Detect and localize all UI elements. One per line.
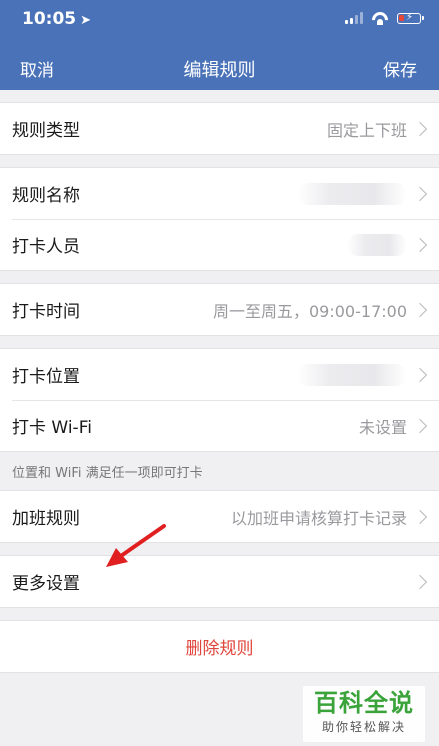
row-label: 规则名称 <box>12 186 80 206</box>
group-clock-time: 打卡时间 周一至周五，09:00-17:00 <box>0 283 439 336</box>
chevron-right-icon <box>412 302 428 317</box>
group-rule-info: 规则名称 打卡人员 <box>0 167 439 271</box>
watermark: 百科全说 助你轻松解决 <box>303 686 425 742</box>
row-rule-name[interactable]: 规则名称 <box>0 168 439 219</box>
row-label: 打卡 Wi-Fi <box>12 418 92 438</box>
row-members[interactable]: 打卡人员 <box>0 219 439 270</box>
status-icons: ⚡ <box>345 11 424 25</box>
row-label: 打卡时间 <box>12 302 80 322</box>
group-overtime: 加班规则 以加班申请核算打卡记录 <box>0 490 439 543</box>
chevron-right-icon <box>412 186 428 201</box>
row-label: 更多设置 <box>12 574 80 594</box>
group-rule-type: 规则类型 固定上下班 <box>0 102 439 155</box>
save-button[interactable]: 保存 <box>383 56 417 81</box>
row-value: 固定上下班 <box>326 120 407 140</box>
delete-rule-button[interactable]: 删除规则 <box>0 621 439 672</box>
group-delete: 删除规则 <box>0 620 439 673</box>
status-time: 10:05 ➤ <box>22 9 92 29</box>
blurred-value <box>297 363 407 386</box>
signal-icon <box>345 12 363 24</box>
row-more-settings[interactable]: 更多设置 <box>0 556 439 607</box>
row-label: 打卡位置 <box>12 367 80 387</box>
chevron-right-icon <box>412 509 428 524</box>
row-overtime[interactable]: 加班规则 以加班申请核算打卡记录 <box>0 491 439 542</box>
row-value: 周一至周五，09:00-17:00 <box>213 301 407 321</box>
row-wifi[interactable]: 打卡 Wi-Fi 未设置 <box>0 400 439 451</box>
row-value: 未设置 <box>358 417 407 437</box>
watermark-title: 百科全说 <box>314 689 414 717</box>
wifi-icon <box>371 11 389 25</box>
location-icon: ➤ <box>80 13 92 28</box>
group-more: 更多设置 <box>0 555 439 608</box>
row-rule-type[interactable]: 规则类型 固定上下班 <box>0 103 439 154</box>
row-label: 打卡人员 <box>12 237 80 257</box>
row-label: 规则类型 <box>12 121 80 141</box>
chevron-right-icon <box>412 418 428 433</box>
top-bar: 10:05 ➤ ⚡ 取消 编辑规则 保存 <box>0 0 439 90</box>
chevron-right-icon <box>412 237 428 252</box>
blurred-value <box>297 182 407 205</box>
chevron-right-icon <box>412 367 428 382</box>
page-title: 编辑规则 <box>183 60 256 81</box>
watermark-subtitle: 助你轻松解决 <box>321 720 406 734</box>
group-location: 打卡位置 打卡 Wi-Fi 未设置 <box>0 348 439 452</box>
row-label: 加班规则 <box>12 509 80 529</box>
chevron-right-icon <box>412 121 428 136</box>
row-location[interactable]: 打卡位置 <box>0 349 439 400</box>
blurred-value <box>347 233 407 256</box>
row-clock-time[interactable]: 打卡时间 周一至周五，09:00-17:00 <box>0 284 439 335</box>
battery-icon: ⚡ <box>397 12 424 24</box>
location-hint: 位置和 WiFi 满足任一项即可打卡 <box>12 466 203 481</box>
settings-list: 规则类型 固定上下班 规则名称 打卡人员 打卡时间 周一至周五，09:00-17… <box>0 90 439 673</box>
chevron-right-icon <box>412 574 428 589</box>
row-value: 以加班申请核算打卡记录 <box>230 508 407 528</box>
